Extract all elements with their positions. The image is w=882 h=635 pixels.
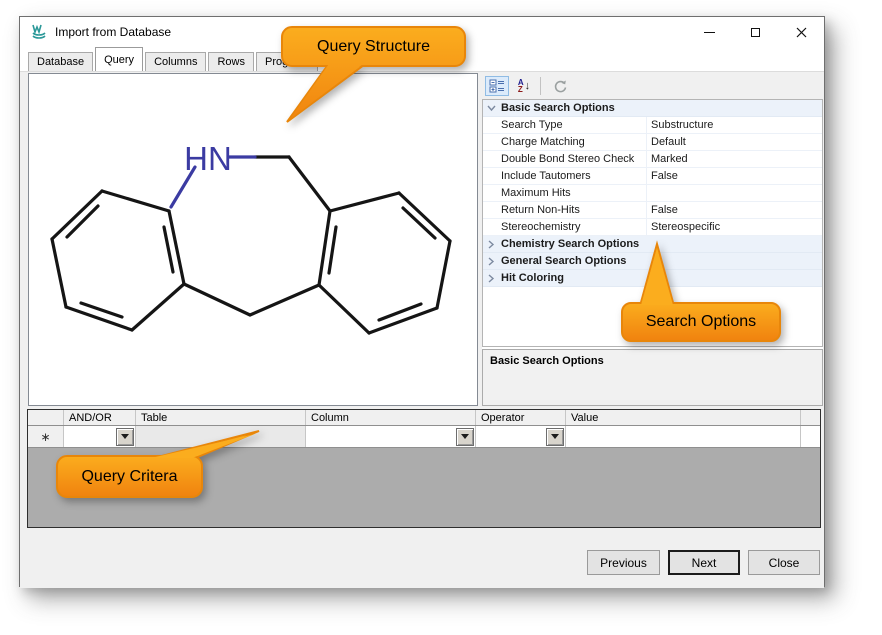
tab-database[interactable]: Database <box>28 52 93 71</box>
property-grid-toolbar: AZ ↓ <box>482 73 823 99</box>
query-criteria-callout-label: Query Critera <box>57 456 202 497</box>
property-value[interactable]: Default <box>647 136 822 148</box>
reset-button[interactable] <box>548 76 572 96</box>
property-name: Return Non-Hits <box>499 202 647 218</box>
tab-columns[interactable]: Columns <box>145 52 206 71</box>
close-dialog-button[interactable]: Close <box>748 550 820 575</box>
property-value[interactable]: Stereospecific <box>647 221 822 233</box>
property-description-title: Basic Search Options <box>490 355 604 367</box>
category-label: General Search Options <box>499 253 626 269</box>
operator-dropdown-button[interactable] <box>546 428 564 446</box>
property-value[interactable]: False <box>647 204 822 216</box>
query-structure-callout-label: Query Structure <box>282 27 465 66</box>
chevron-right-icon[interactable] <box>483 257 499 266</box>
az-sort-icon: AZ <box>518 79 524 93</box>
close-button[interactable] <box>778 17 824 47</box>
tab-rows[interactable]: Rows <box>208 52 254 71</box>
dialog-footer: Previous Next Close <box>20 533 824 588</box>
next-button[interactable]: Next <box>668 550 740 575</box>
property-description-box: Basic Search Options <box>482 349 823 406</box>
window-title: Import from Database <box>55 25 171 39</box>
property-value[interactable]: Marked <box>647 153 822 165</box>
screenshot-stage: Import from Database Database Query Colu… <box>0 0 882 635</box>
minimize-icon <box>704 32 715 33</box>
header-column[interactable]: Column <box>306 410 476 425</box>
chevron-down-icon[interactable] <box>483 104 499 112</box>
header-value[interactable]: Value <box>566 410 801 425</box>
header-and-or[interactable]: AND/OR <box>64 410 136 425</box>
categorized-icon <box>489 79 505 93</box>
row-header-column <box>28 410 64 425</box>
property-row-search-type[interactable]: Search Type Substructure <box>483 117 822 134</box>
close-icon <box>796 27 807 38</box>
dropdown-arrow-icon <box>461 434 469 439</box>
property-value[interactable]: False <box>647 170 822 182</box>
value-cell[interactable] <box>566 426 801 447</box>
criteria-header-row: AND/OR Table Column Operator Value <box>28 410 820 426</box>
dropdown-arrow-icon <box>551 434 559 439</box>
minimize-button[interactable] <box>686 17 732 47</box>
chevron-right-icon[interactable] <box>483 274 499 283</box>
property-name: Search Type <box>499 117 647 133</box>
header-table[interactable]: Table <box>136 410 306 425</box>
operator-cell[interactable] <box>476 426 566 447</box>
tab-query[interactable]: Query <box>95 47 143 71</box>
header-spacer <box>801 410 820 425</box>
categorized-view-button[interactable] <box>485 76 509 96</box>
category-label: Basic Search Options <box>499 100 615 116</box>
property-row-double-bond-stereo-check[interactable]: Double Bond Stereo Check Marked <box>483 151 822 168</box>
property-name: Include Tautomers <box>499 168 647 184</box>
category-basic-search-options[interactable]: Basic Search Options <box>483 100 822 117</box>
property-name: Maximum Hits <box>499 185 647 201</box>
maximize-button[interactable] <box>732 17 778 47</box>
property-row-return-non-hits[interactable]: Return Non-Hits False <box>483 202 822 219</box>
sort-arrow-icon: ↓ <box>525 80 531 92</box>
chevron-right-icon[interactable] <box>483 240 499 249</box>
window-controls <box>686 17 824 47</box>
header-operator[interactable]: Operator <box>476 410 566 425</box>
property-name: Stereochemistry <box>499 219 647 235</box>
row-end-cell <box>801 426 820 447</box>
property-name: Double Bond Stereo Check <box>499 151 647 167</box>
reset-icon <box>553 79 568 94</box>
property-row-stereochemistry[interactable]: Stereochemistry Stereospecific <box>483 219 822 236</box>
property-row-charge-matching[interactable]: Charge Matching Default <box>483 134 822 151</box>
property-row-maximum-hits[interactable]: Maximum Hits <box>483 185 822 202</box>
app-icon <box>30 23 48 41</box>
alphabetical-sort-button[interactable]: AZ ↓ <box>512 76 536 96</box>
previous-button[interactable]: Previous <box>587 550 660 575</box>
property-value[interactable]: Substructure <box>647 119 822 131</box>
nh-atom-label: HN <box>184 140 232 177</box>
property-name: Charge Matching <box>499 134 647 150</box>
property-row-include-tautomers[interactable]: Include Tautomers False <box>483 168 822 185</box>
toolbar-separator <box>540 77 541 95</box>
column-dropdown-button[interactable] <box>456 428 474 446</box>
column-cell[interactable] <box>306 426 476 447</box>
maximize-icon <box>751 28 760 37</box>
category-label: Hit Coloring <box>499 270 564 286</box>
search-options-callout-label: Search Options <box>622 303 780 341</box>
